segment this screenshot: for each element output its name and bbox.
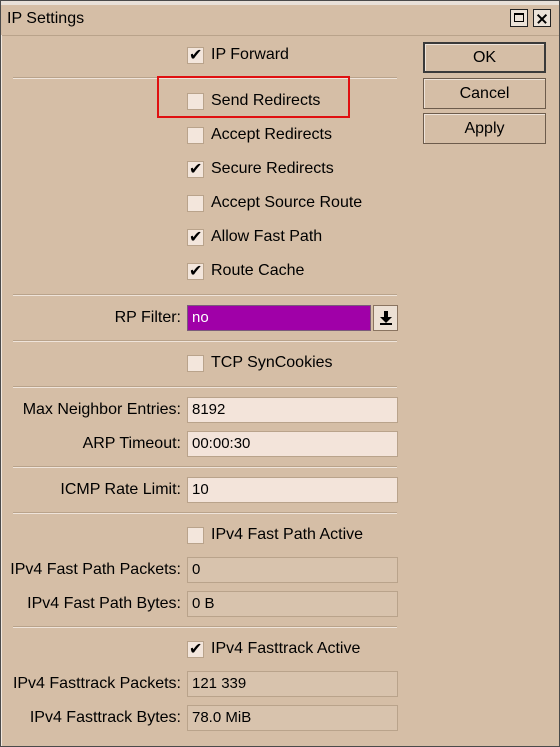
ip-forward-label: IP Forward (211, 46, 289, 63)
max-neighbor-entries-input[interactable]: 8192 (187, 397, 398, 423)
ipv4-fasttrack-bytes-row: IPv4 Fasttrack Bytes: 78.0 MiB (1, 705, 560, 731)
ipv4-fast-path-active-checkbox (187, 527, 204, 544)
rp-filter-label: RP Filter: (114, 309, 181, 326)
ipv4-fast-path-packets-value: 0 (187, 557, 398, 583)
accept-source-route-label: Accept Source Route (211, 194, 363, 211)
tcp-syncookies-checkbox[interactable] (187, 355, 204, 372)
ipv4-fasttrack-packets-value: 121 339 (187, 671, 398, 697)
route-cache-row: Route Cache (1, 259, 560, 285)
ipv4-fasttrack-active-label: IPv4 Fasttrack Active (211, 640, 361, 657)
close-icon[interactable] (533, 9, 551, 27)
rp-filter-row: RP Filter: no (1, 305, 560, 331)
ip-forward-checkbox[interactable] (187, 45, 204, 65)
tcp-syncookies-label: TCP SynCookies (211, 354, 333, 371)
accept-source-route-row: Accept Source Route (1, 191, 560, 217)
ipv4-fasttrack-bytes-value: 78.0 MiB (187, 705, 398, 731)
max-neighbor-entries-label: Max Neighbor Entries: (22, 401, 181, 418)
window-title: IP Settings (7, 10, 85, 27)
ipv4-fast-path-bytes-label: IPv4 Fast Path Bytes: (27, 595, 181, 612)
ipv4-fast-path-bytes-value: 0 B (187, 591, 398, 617)
ipv4-fast-path-active-label: IPv4 Fast Path Active (211, 526, 364, 543)
ipv4-fasttrack-packets-label: IPv4 Fasttrack Packets: (12, 675, 181, 692)
arrow-down-icon (380, 311, 392, 325)
allow-fast-path-label: Allow Fast Path (211, 228, 323, 245)
allow-fast-path-checkbox[interactable] (187, 227, 204, 247)
separator (13, 626, 397, 628)
route-cache-label: Route Cache (211, 262, 305, 279)
route-cache-checkbox[interactable] (187, 261, 204, 281)
ipv4-fast-path-packets-label: IPv4 Fast Path Packets: (10, 561, 181, 578)
ipv4-fasttrack-active-row: IPv4 Fasttrack Active (1, 637, 560, 663)
separator (13, 512, 397, 514)
accept-redirects-label: Accept Redirects (211, 126, 332, 143)
ipv4-fasttrack-bytes-label: IPv4 Fasttrack Bytes: (29, 709, 181, 726)
accept-redirects-row: Accept Redirects (1, 123, 560, 149)
icmp-rate-limit-input[interactable]: 10 (187, 477, 398, 503)
ipv4-fast-path-packets-row: IPv4 Fast Path Packets: 0 (1, 557, 560, 583)
separator (13, 386, 397, 388)
rp-filter-select[interactable]: no (187, 305, 371, 331)
ipv4-fasttrack-active-checkbox (187, 639, 204, 659)
title-bar[interactable]: IP Settings (1, 1, 559, 36)
accept-redirects-checkbox[interactable] (187, 127, 204, 144)
ipv4-fast-path-bytes-row: IPv4 Fast Path Bytes: 0 B (1, 591, 560, 617)
separator (13, 340, 397, 342)
ipv4-fast-path-active-row: IPv4 Fast Path Active (1, 523, 560, 549)
max-neighbor-entries-row: Max Neighbor Entries: 8192 (1, 397, 560, 423)
accept-source-route-checkbox[interactable] (187, 195, 204, 212)
tcp-syncookies-row: TCP SynCookies (1, 351, 560, 377)
send-redirects-highlight (157, 76, 350, 118)
arp-timeout-input[interactable]: 00:00:30 (187, 431, 398, 457)
icmp-rate-limit-label: ICMP Rate Limit: (60, 481, 181, 498)
maximize-icon[interactable] (510, 9, 528, 27)
rp-filter-dropdown-button[interactable] (373, 305, 398, 331)
allow-fast-path-row: Allow Fast Path (1, 225, 560, 251)
icmp-rate-limit-row: ICMP Rate Limit: 10 (1, 477, 560, 503)
arp-timeout-label: ARP Timeout: (82, 435, 181, 452)
secure-redirects-label: Secure Redirects (211, 160, 334, 177)
title-strip (1, 1, 559, 5)
ip-forward-row: IP Forward (1, 43, 560, 69)
ip-settings-window: IP Settings OK Cancel Apply IP Forward S… (0, 0, 560, 747)
secure-redirects-checkbox[interactable] (187, 159, 204, 179)
separator (13, 294, 397, 296)
ipv4-fasttrack-packets-row: IPv4 Fasttrack Packets: 121 339 (1, 671, 560, 697)
arp-timeout-row: ARP Timeout: 00:00:30 (1, 431, 560, 457)
separator (13, 466, 397, 468)
secure-redirects-row: Secure Redirects (1, 157, 560, 183)
